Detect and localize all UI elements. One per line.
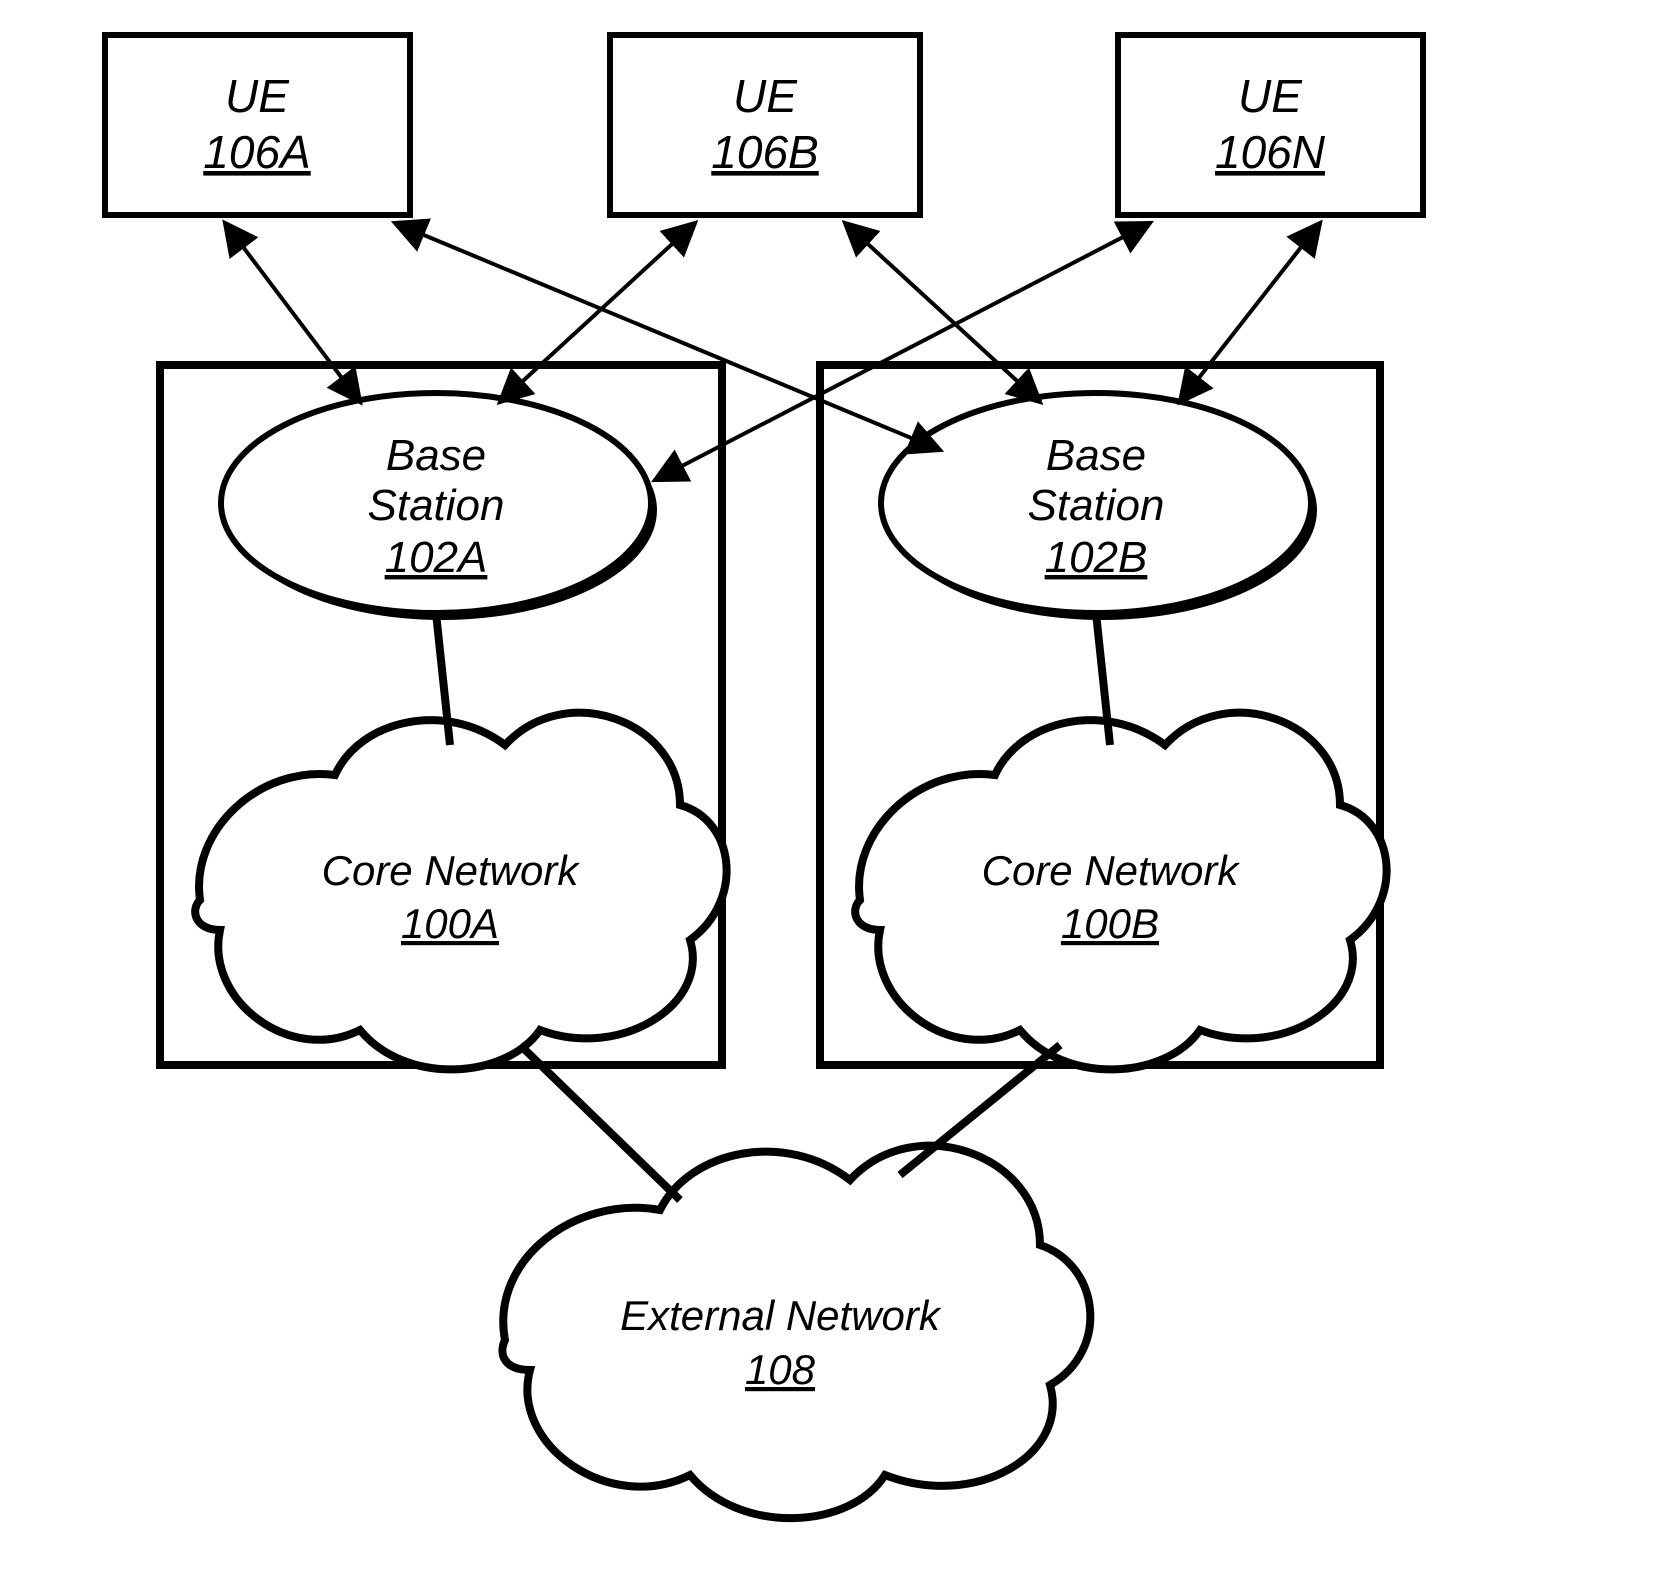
core-network-b-id: 100B: [1061, 900, 1159, 947]
base-station-a-line1: Base: [386, 431, 486, 480]
network-diagram: UE 106A UE 106B UE 106N Base Station 102…: [0, 0, 1668, 1571]
ue-b-id: 106B: [711, 126, 818, 178]
core-network-b-label: Core Network: [982, 847, 1241, 894]
ue-n-prefix: UE: [1238, 70, 1303, 122]
core-network-a-id: 100A: [401, 900, 499, 947]
base-station-a-id: 102A: [385, 533, 488, 582]
base-station-b-line2: Station: [1028, 481, 1165, 530]
ue-b-prefix: UE: [733, 70, 798, 122]
base-station-b-line1: Base: [1046, 431, 1146, 480]
ue-a-prefix: UE: [225, 70, 290, 122]
base-station-b-id: 102B: [1045, 533, 1148, 582]
external-network-label: External Network: [620, 1292, 942, 1339]
ue-a: UE 106A: [105, 35, 410, 215]
ue-n-id: 106N: [1215, 126, 1326, 178]
ue-b: UE 106B: [610, 35, 920, 215]
external-network: External Network 108: [502, 1146, 1090, 1518]
ue-n: UE 106N: [1118, 35, 1423, 215]
external-network-id: 108: [745, 1346, 816, 1393]
ue-a-id: 106A: [203, 126, 310, 178]
core-network-a-label: Core Network: [322, 847, 581, 894]
base-station-a-line2: Station: [368, 481, 505, 530]
